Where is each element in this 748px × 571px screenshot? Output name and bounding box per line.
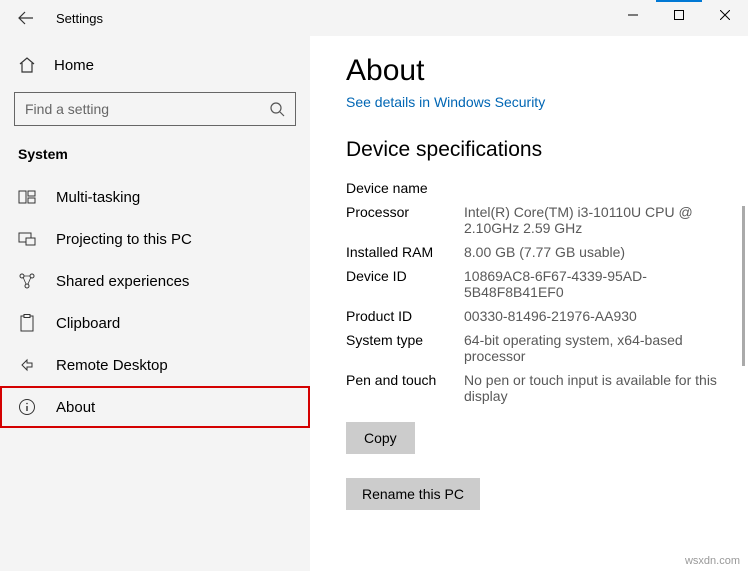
maximize-icon [674, 10, 684, 20]
spec-value-pen: No pen or touch input is available for t… [464, 372, 728, 404]
sidebar-item-label: About [56, 399, 95, 416]
maximize-button[interactable] [656, 0, 702, 30]
projecting-icon [18, 230, 36, 248]
sidebar-item-about[interactable]: About [0, 386, 310, 428]
sidebar-item-label: Shared experiences [56, 273, 189, 290]
spec-value-ram: 8.00 GB (7.77 GB usable) [464, 244, 728, 260]
sidebar-item-label: Clipboard [56, 315, 120, 332]
sidebar-home-label: Home [54, 57, 94, 74]
window-controls [610, 0, 748, 30]
titlebar: Settings [0, 0, 748, 36]
close-button[interactable] [702, 0, 748, 30]
minimize-icon [628, 10, 638, 20]
back-button[interactable] [14, 6, 38, 30]
clipboard-icon [18, 314, 36, 332]
sidebar-home[interactable]: Home [0, 46, 310, 84]
sidebar-item-label: Multi-tasking [56, 189, 140, 206]
spec-value-processor: Intel(R) Core(TM) i3-10110U CPU @ 2.10GH… [464, 204, 728, 236]
main-content: About See details in Windows Security De… [310, 36, 748, 571]
sidebar-item-projecting[interactable]: Projecting to this PC [0, 218, 310, 260]
spec-value-deviceid: 10869AC8-6F67-4339-95AD-5B48F8B41EF0 [464, 268, 728, 300]
multitasking-icon [18, 188, 36, 206]
rename-pc-button[interactable]: Rename this PC [346, 478, 480, 510]
sidebar-item-remote-desktop[interactable]: Remote Desktop [0, 344, 310, 386]
close-icon [720, 10, 730, 20]
about-icon [18, 398, 36, 416]
spec-label-devicename: Device name [346, 180, 456, 196]
spec-label-systype: System type [346, 332, 456, 364]
shared-experiences-icon [18, 272, 36, 290]
search-box[interactable] [14, 92, 296, 126]
specs-heading: Device specifications [346, 138, 728, 162]
page-title: About [346, 54, 728, 88]
spec-value-systype: 64-bit operating system, x64-based proce… [464, 332, 728, 364]
spec-label-productid: Product ID [346, 308, 456, 324]
spec-table: Device name Processor Intel(R) Core(TM) … [346, 180, 728, 404]
sidebar-item-label: Remote Desktop [56, 357, 168, 374]
spec-label-ram: Installed RAM [346, 244, 456, 260]
sidebar: Home System Multi-tasking Projecting to … [0, 36, 310, 571]
copy-button[interactable]: Copy [346, 422, 415, 454]
remote-desktop-icon [18, 356, 36, 374]
sidebar-nav: Multi-tasking Projecting to this PC Shar… [0, 176, 310, 428]
home-icon [18, 56, 36, 74]
watermark: wsxdn.com [685, 555, 740, 567]
arrow-left-icon [18, 10, 34, 26]
window-title: Settings [56, 11, 103, 26]
spec-value-productid: 00330-81496-21976-AA930 [464, 308, 728, 324]
spec-value-devicename [464, 180, 728, 196]
search-icon [269, 101, 285, 117]
sidebar-item-shared-experiences[interactable]: Shared experiences [0, 260, 310, 302]
sidebar-item-clipboard[interactable]: Clipboard [0, 302, 310, 344]
sidebar-section-label: System [0, 140, 310, 176]
minimize-button[interactable] [610, 0, 656, 30]
sidebar-item-multitasking[interactable]: Multi-tasking [0, 176, 310, 218]
sidebar-item-label: Projecting to this PC [56, 231, 192, 248]
search-input[interactable] [25, 101, 269, 117]
scrollbar-thumb[interactable] [742, 206, 745, 366]
security-link[interactable]: See details in Windows Security [346, 94, 545, 110]
spec-label-deviceid: Device ID [346, 268, 456, 300]
spec-label-processor: Processor [346, 204, 456, 236]
spec-label-pen: Pen and touch [346, 372, 456, 404]
